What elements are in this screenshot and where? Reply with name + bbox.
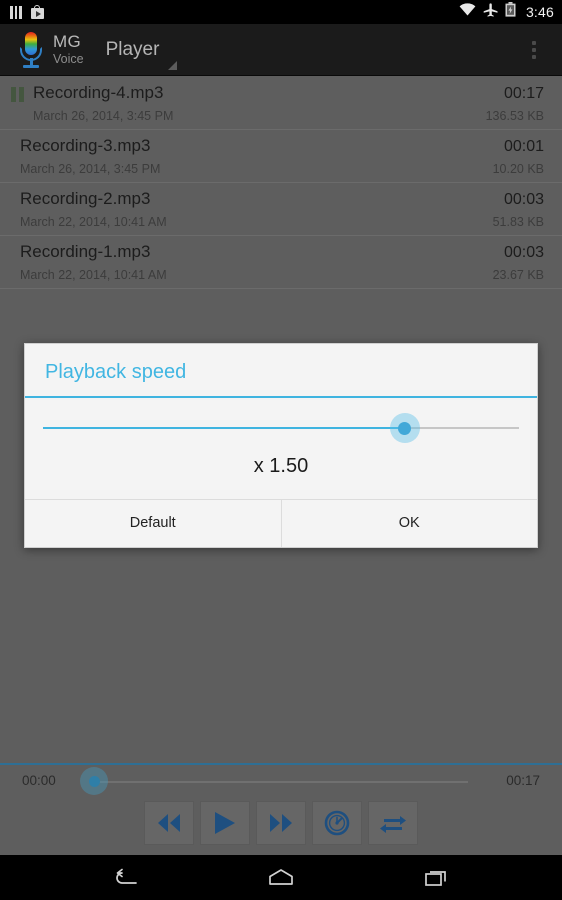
recording-size: 51.83 KB (492, 215, 544, 229)
list-item[interactable]: Recording-4.mp3 00:17 March 26, 2014, 3:… (0, 77, 562, 130)
android-screen: 3:46 MG Voice Player Recording-4.mp3 00:… (0, 0, 562, 900)
ok-button[interactable]: OK (280, 500, 537, 547)
seek-bar-row[interactable]: 00:00 00:17 (0, 765, 562, 797)
default-button[interactable]: Default (25, 500, 281, 547)
player-controls-bar: 00:00 00:17 (0, 763, 562, 855)
list-item[interactable]: Recording-3.mp3 00:01 March 26, 2014, 3:… (0, 130, 562, 183)
dialog-buttons: Default OK (25, 499, 537, 547)
repeat-icon (380, 816, 406, 833)
battery-icon (505, 2, 516, 22)
status-bar-notification-icons (10, 5, 44, 19)
recording-size: 23.67 KB (492, 268, 544, 282)
home-icon (269, 868, 293, 885)
bars-icon (10, 5, 22, 19)
recording-size: 136.53 KB (485, 109, 544, 123)
brand-name: MG (53, 32, 81, 52)
recents-icon (425, 870, 446, 886)
back-icon (116, 868, 137, 884)
fast-forward-icon (270, 814, 292, 832)
recording-name: Recording-3.mp3 (20, 136, 151, 155)
rewind-button[interactable] (144, 801, 194, 845)
recents-button[interactable] (411, 855, 461, 900)
slider-thumb[interactable] (389, 413, 420, 443)
action-bar: MG Voice Player (0, 24, 562, 76)
mode-spinner[interactable]: Player (106, 24, 212, 76)
speed-gauge-icon (324, 810, 350, 836)
navigation-bar (0, 855, 562, 900)
microphone-logo-icon (18, 30, 44, 70)
seek-thumb[interactable] (80, 767, 108, 795)
dialog-body: x 1.50 (25, 398, 537, 499)
recording-size: 10.20 KB (492, 162, 544, 176)
play-button[interactable] (200, 801, 250, 845)
dialog-title: Playback speed (45, 361, 187, 383)
recording-date: March 26, 2014, 3:45 PM (33, 109, 174, 123)
play-store-icon (30, 5, 44, 19)
wifi-icon (459, 3, 476, 21)
playback-speed-value: x 1.50 (253, 455, 309, 477)
list-item[interactable]: Recording-1.mp3 00:03 March 22, 2014, 10… (0, 236, 562, 289)
slider-fill (43, 427, 405, 429)
play-icon (215, 812, 235, 834)
home-button[interactable] (256, 855, 306, 900)
brand-subtitle: Voice (53, 52, 84, 67)
status-bar-clock: 3:46 (525, 4, 554, 20)
playback-speed-dialog: Playback speed x 1.50 Default OK (24, 343, 538, 548)
recording-duration: 00:03 (503, 191, 544, 208)
dialog-title-area: Playback speed (25, 344, 537, 398)
rewind-icon (158, 814, 180, 832)
recording-name: Recording-4.mp3 (33, 83, 164, 102)
back-button[interactable] (101, 855, 151, 900)
list-item[interactable]: Recording-2.mp3 00:03 March 22, 2014, 10… (0, 183, 562, 236)
fast-forward-button[interactable] (256, 801, 306, 845)
playback-speed-button[interactable] (312, 801, 362, 845)
recording-duration: 00:17 (503, 85, 544, 102)
mode-spinner-label: Player (105, 38, 160, 60)
recording-duration: 00:01 (503, 138, 544, 155)
recording-date: March 22, 2014, 10:41 AM (20, 268, 167, 282)
pause-icon (11, 87, 24, 102)
recording-name: Recording-2.mp3 (20, 189, 151, 208)
recording-duration: 00:03 (503, 244, 544, 261)
overflow-menu-icon[interactable] (516, 24, 552, 76)
airplane-mode-icon (483, 2, 498, 22)
elapsed-time: 00:00 (22, 773, 56, 788)
chevron-down-icon (168, 60, 178, 70)
status-bar: 3:46 (0, 0, 562, 24)
repeat-button[interactable] (368, 801, 418, 845)
recording-date: March 22, 2014, 10:41 AM (20, 215, 167, 229)
recording-date: March 26, 2014, 3:45 PM (20, 162, 161, 176)
seek-track (94, 781, 468, 783)
transport-controls (0, 801, 562, 845)
playback-speed-slider[interactable] (43, 413, 519, 443)
status-bar-system-icons: 3:46 (459, 2, 554, 22)
recording-name: Recording-1.mp3 (20, 242, 151, 261)
total-time: 00:17 (506, 773, 540, 788)
app-brand: MG Voice (53, 33, 84, 66)
recording-list: Recording-4.mp3 00:17 March 26, 2014, 3:… (0, 77, 562, 289)
